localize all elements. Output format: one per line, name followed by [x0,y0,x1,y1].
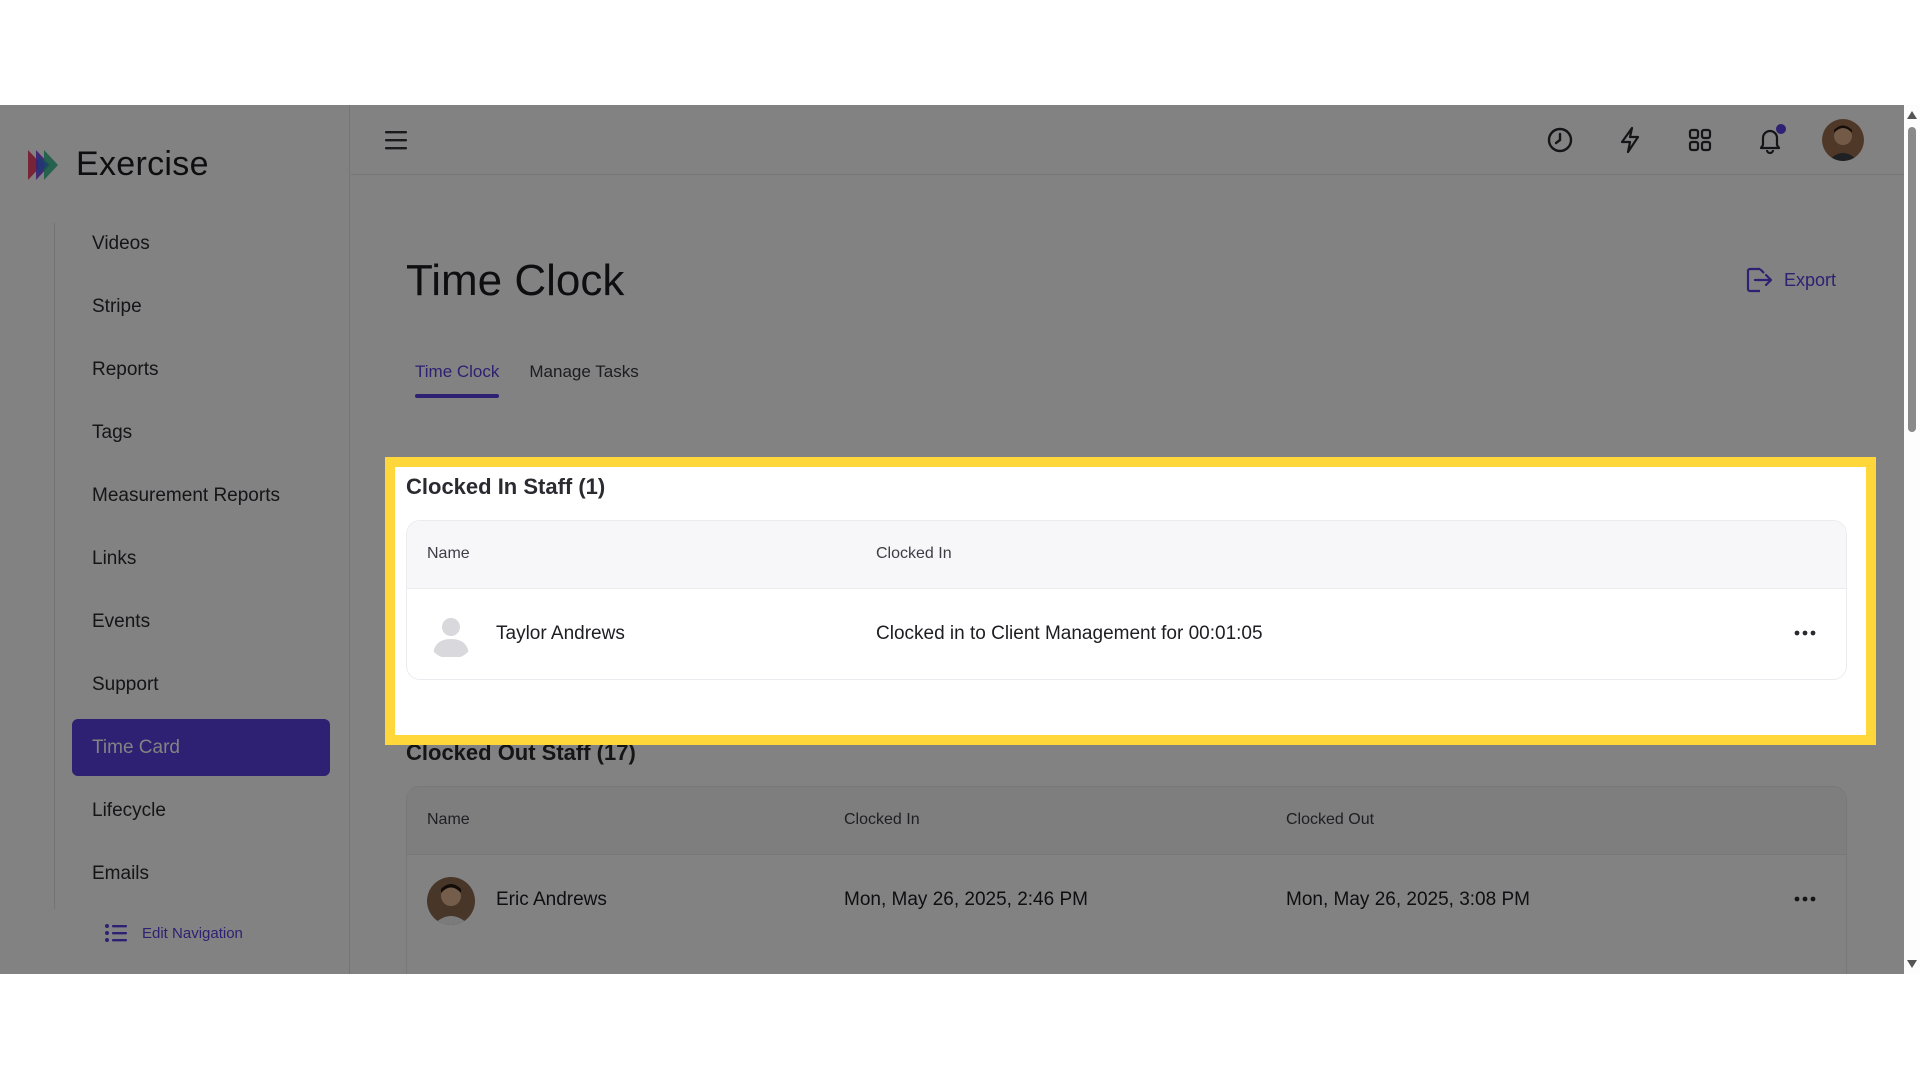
highlight-frame [385,457,1876,745]
overlay-dim [0,105,1904,457]
overlay-dim [1876,457,1904,745]
app-window: Exercise Videos Stripe Reports Tags Meas… [0,105,1920,974]
overlay-dim [0,745,1904,974]
vertical-scrollbar[interactable] [1904,105,1920,974]
overlay-dim [0,457,385,745]
scroll-up-arrow[interactable] [1907,111,1917,119]
scroll-thumb[interactable] [1908,127,1916,432]
scroll-down-arrow[interactable] [1907,960,1917,968]
